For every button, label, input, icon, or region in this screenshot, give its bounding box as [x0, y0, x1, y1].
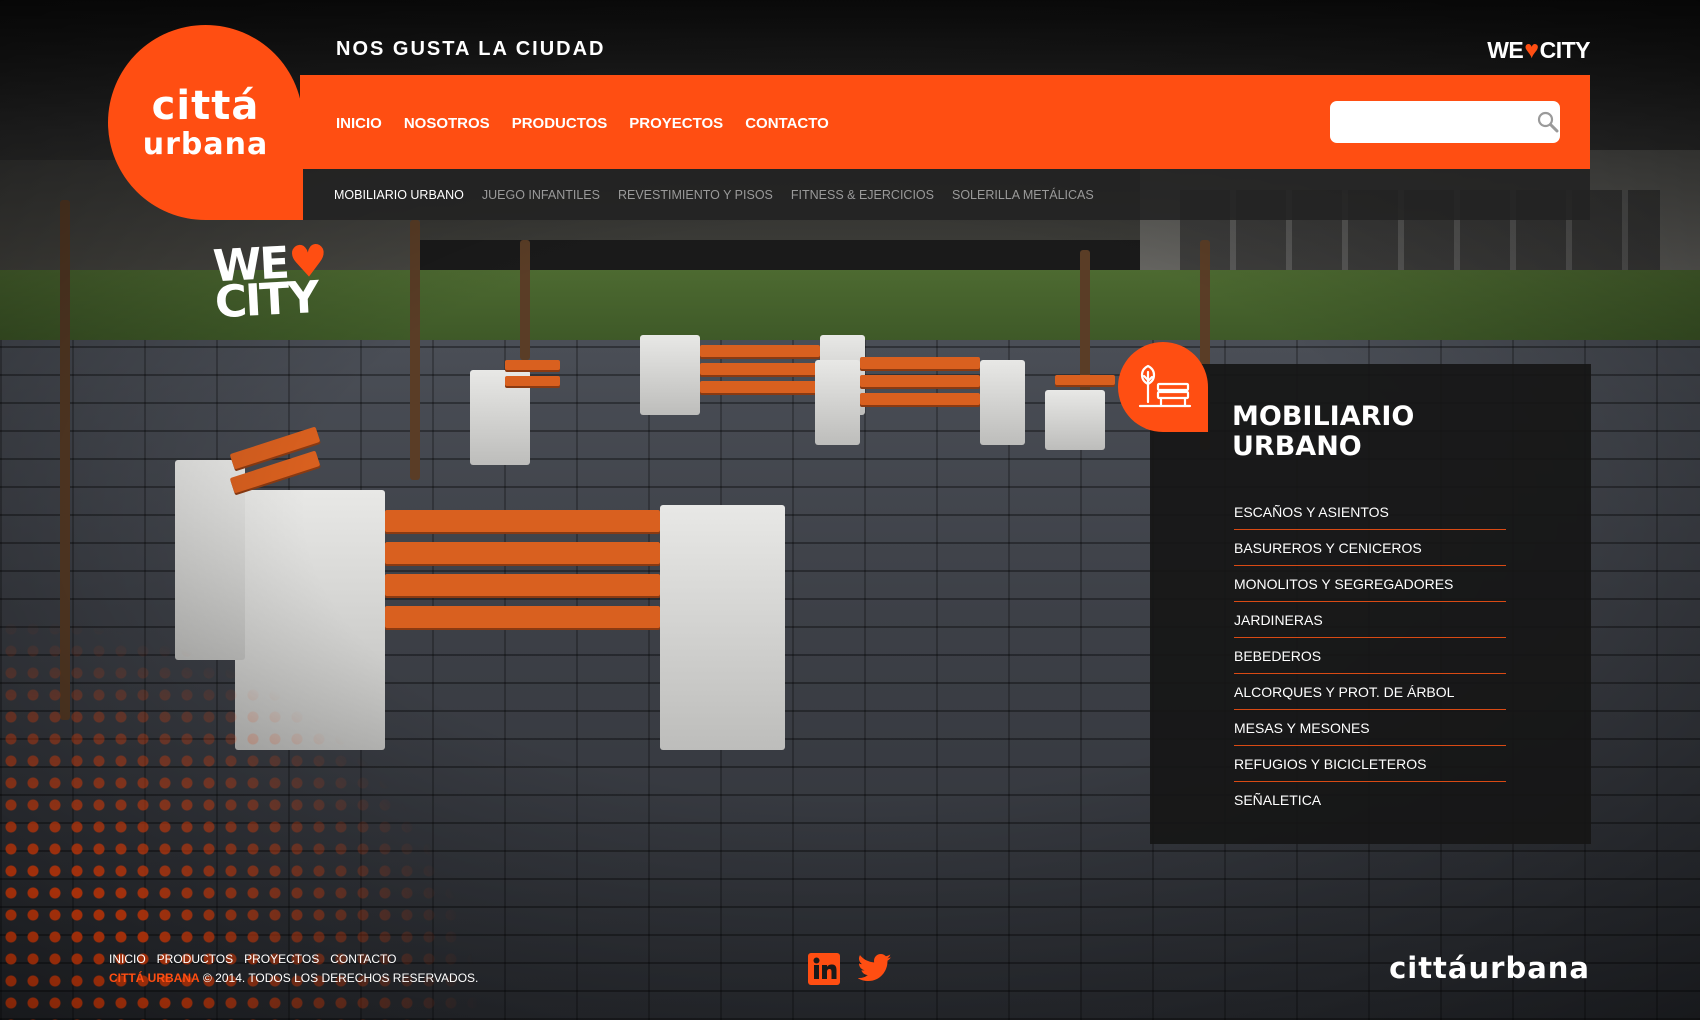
category-item-bebederos[interactable]: BEBEDEROS — [1234, 638, 1506, 674]
linkedin-icon[interactable] — [808, 953, 840, 990]
we-love-city-hero-logo: WE♥ CITY — [212, 236, 346, 329]
wecity-we-text: WE — [1487, 37, 1524, 63]
subnav-item-fitness-ejercicios[interactable]: FITNESS & EJERCICIOS — [791, 188, 934, 202]
main-navigation: INICIO NOSOTROS PRODUCTOS PROYECTOS CONT… — [300, 75, 1590, 169]
category-title-line1: MOBILIARIO — [1232, 401, 1415, 432]
category-item-monolitos-segregadores[interactable]: MONOLITOS Y SEGREGADORES — [1234, 566, 1506, 602]
category-item-alcorques[interactable]: ALCORQUES Y PROT. DE ÁRBOL — [1234, 674, 1506, 710]
nav-item-proyectos[interactable]: PROYECTOS — [629, 115, 723, 132]
search-input[interactable] — [1330, 114, 1535, 130]
footer-link-inicio[interactable]: INICIO — [109, 952, 146, 966]
category-title: MOBILIARIO URBANO — [1232, 402, 1512, 462]
category-item-refugios-bicicleteros[interactable]: REFUGIOS Y BICICLETEROS — [1234, 746, 1506, 782]
footer-logo-urbana: urbana — [1468, 951, 1590, 985]
subnav-item-mobiliario-urbano[interactable]: MOBILIARIO URBANO — [334, 188, 464, 202]
hero-city-text: CITY — [213, 272, 319, 329]
products-subnav: MOBILIARIO URBANO JUEGO INFANTILES REVES… — [300, 169, 1590, 220]
footer-link-contacto[interactable]: CONTACTO — [330, 952, 396, 966]
category-panel: MOBILIARIO URBANO ESCAÑOS Y ASIENTOS BAS… — [1150, 364, 1591, 844]
we-love-city-badge: WE ♥ CITY — [1487, 36, 1590, 65]
site-tagline: NOS GUSTA LA CIUDAD — [336, 38, 606, 60]
search-icon[interactable] — [1535, 110, 1560, 134]
park-bench-icon — [1118, 342, 1208, 432]
category-list: ESCAÑOS Y ASIENTOS BASUREROS Y CENICEROS… — [1234, 494, 1506, 818]
subnav-item-juego-infantiles[interactable]: JUEGO INFANTILES — [482, 188, 600, 202]
copyright-brand: CITTÁ URBANA — [109, 971, 200, 985]
copyright: CITTÁ URBANA © 2014. TODOS LOS DERECHOS … — [109, 971, 478, 985]
footer-nav: INICIO PRODUCTOS PROYECTOS CONTACTO — [109, 952, 408, 966]
nav-item-productos[interactable]: PRODUCTOS — [512, 115, 608, 132]
category-title-line2: URBANO — [1232, 431, 1362, 462]
logo-text-citta: cittá — [151, 82, 260, 129]
category-item-mesas-mesones[interactable]: MESAS Y MESONES — [1234, 710, 1506, 746]
nav-item-inicio[interactable]: INICIO — [336, 115, 382, 132]
social-links — [808, 953, 892, 990]
wecity-city-text: CITY — [1539, 37, 1591, 63]
category-item-jardineras[interactable]: JARDINERAS — [1234, 602, 1506, 638]
footer-link-proyectos[interactable]: PROYECTOS — [244, 952, 319, 966]
nav-item-contacto[interactable]: CONTACTO — [745, 115, 829, 132]
subnav-items: MOBILIARIO URBANO JUEGO INFANTILES REVES… — [334, 188, 1112, 202]
nav-item-nosotros[interactable]: NOSOTROS — [404, 115, 490, 132]
footer-logo[interactable]: cittáurbana — [1389, 951, 1590, 985]
site-logo[interactable]: cittá urbana — [108, 25, 303, 220]
subnav-item-solerilla-metalicas[interactable]: SOLERILLA METÁLICAS — [952, 188, 1094, 202]
twitter-icon[interactable] — [857, 953, 892, 990]
category-item-basureros-ceniceros[interactable]: BASUREROS Y CENICEROS — [1234, 530, 1506, 566]
main-nav-items: INICIO NOSOTROS PRODUCTOS PROYECTOS CONT… — [336, 115, 851, 132]
heart-icon: ♥ — [1524, 36, 1539, 64]
copyright-text: © 2014. TODOS LOS DERECHOS RESERVADOS. — [203, 971, 479, 985]
category-item-escanos-asientos[interactable]: ESCAÑOS Y ASIENTOS — [1234, 494, 1506, 530]
footer-link-productos[interactable]: PRODUCTOS — [157, 952, 233, 966]
category-item-senaletica[interactable]: SEÑALETICA — [1234, 782, 1506, 818]
logo-text-urbana: urbana — [142, 126, 269, 162]
footer-logo-citta: cittá — [1389, 951, 1469, 985]
search-box — [1330, 101, 1560, 143]
subnav-item-revestimiento-y-pisos[interactable]: REVESTIMIENTO Y PISOS — [618, 188, 773, 202]
